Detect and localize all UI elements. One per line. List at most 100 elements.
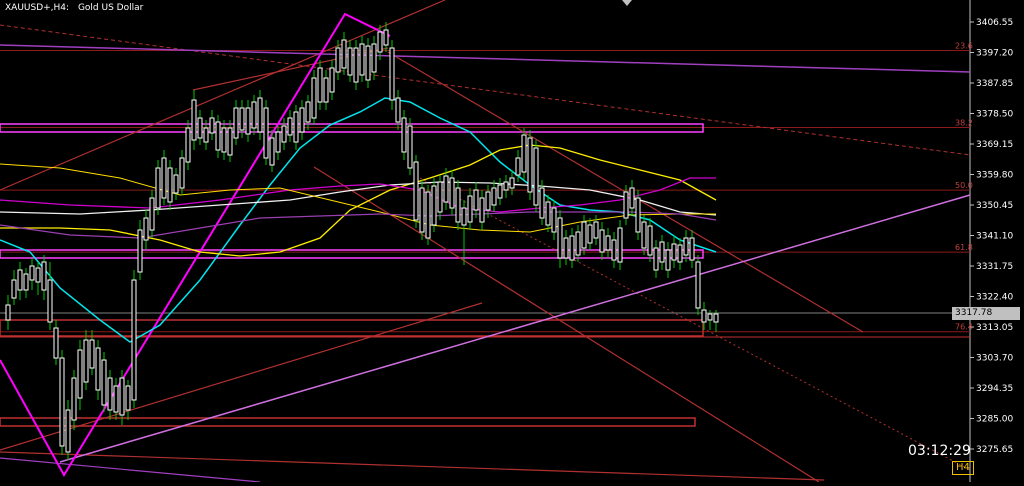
fib-level-label: 23.6 [955,42,973,51]
candle-body [713,313,719,323]
candle-body [71,377,77,421]
candle-body [617,227,623,263]
candle-body [281,125,287,143]
candle-body [605,235,611,251]
candle-body [503,181,509,191]
candle-body [293,111,299,143]
rising-channel-bottom [0,302,483,451]
ma-violet-line [0,211,717,239]
candle-body [587,224,593,244]
candle-body [245,107,251,135]
candle-body [365,45,371,81]
candle-body [101,359,107,406]
support-zone-rect [0,319,704,337]
candle-body [443,175,449,203]
candle-body [77,349,83,399]
candle-body [401,117,407,153]
candle-body [329,67,335,93]
candle-body [215,121,221,151]
symbol-description: Gold US Dollar [77,3,144,13]
candle-body [11,279,17,299]
candle-body [665,249,671,271]
candle-body [323,77,329,103]
candle-body [227,127,233,156]
candle-body [185,127,191,163]
price-tick-label: 3322.40 [976,293,1013,303]
candle-body [413,161,419,221]
candle-body [695,261,701,309]
candle-body [35,267,41,283]
candle-body [575,231,581,256]
candle-body [275,131,281,153]
candle-body [197,117,203,139]
ma-cyan-line [0,97,717,343]
candle-body [233,107,239,139]
candle-body [659,241,665,263]
candle-body [119,377,125,416]
price-tick-label: 3378.50 [976,110,1013,120]
candle-body [251,101,257,129]
price-chart[interactable]: 3406.55 3397.20 3387.85 3378.50 3369.15 3359.… [0,0,1024,483]
candle-body [533,147,539,206]
chart-canvas[interactable]: 3406.55 3397.20 3387.85 3378.50 3369.15 3359.… [0,0,1024,483]
candle-body [95,347,101,391]
candle-body [455,187,461,223]
candle-body [449,177,455,209]
candle-body [707,313,713,321]
candle-body [593,221,599,239]
candle-body [647,225,653,256]
candle-body [17,269,23,291]
chart-shift-marker[interactable] [622,0,632,6]
fib-level-label: 38.2 [955,119,973,128]
candle-body [701,309,707,323]
price-tick-label: 3369.15 [976,140,1013,150]
price-tick-label: 3331.75 [976,262,1013,272]
candle-body [419,187,425,233]
low-zone-rect [0,417,696,427]
candle-body [641,221,647,249]
candle-body [47,279,53,323]
chart-title: XAUUSD+,H4: Gold US Dollar [5,3,143,13]
candle-body [125,385,131,411]
candle-body [557,217,563,259]
candle-body [485,191,491,211]
candle-body [683,237,689,256]
candle-body [527,137,533,193]
candle-body [41,261,47,291]
candle-body [629,187,635,209]
candle-body [341,39,347,69]
candle-body [623,191,629,219]
candle-body [689,237,695,261]
candle-body [287,117,293,136]
price-tick-label: 3341.10 [976,232,1013,242]
current-price-tag: 3317.78 [952,307,1020,320]
upper-violet-trend [0,44,971,73]
candle-body [539,187,545,219]
candle-body [167,167,173,203]
demand-zone-rect [0,249,704,259]
candle-body [389,47,395,101]
candle-body [83,339,89,383]
fib-level-label: 76.4 [955,323,973,332]
candle-body [635,197,641,233]
candle-body [143,217,149,241]
price-tick-label: 3303.70 [976,354,1013,364]
candle-body [179,157,185,189]
rising-channel-top [0,0,446,191]
candle-body [131,279,137,401]
candle-body [359,43,365,76]
candle-body [491,187,497,206]
candle-body [347,47,353,76]
candle-body [161,157,167,199]
candle-body [569,235,575,261]
bottom-violet-trend [0,457,261,483]
candle-body [653,247,659,271]
candle-body [191,99,197,141]
candle-body [269,137,275,166]
price-tick-label: 3387.85 [976,79,1013,89]
candle-body [395,97,401,123]
candle-body [431,185,437,226]
candle-body [599,229,605,253]
price-tick-label: 3406.55 [976,18,1013,28]
candle-body [173,174,179,194]
